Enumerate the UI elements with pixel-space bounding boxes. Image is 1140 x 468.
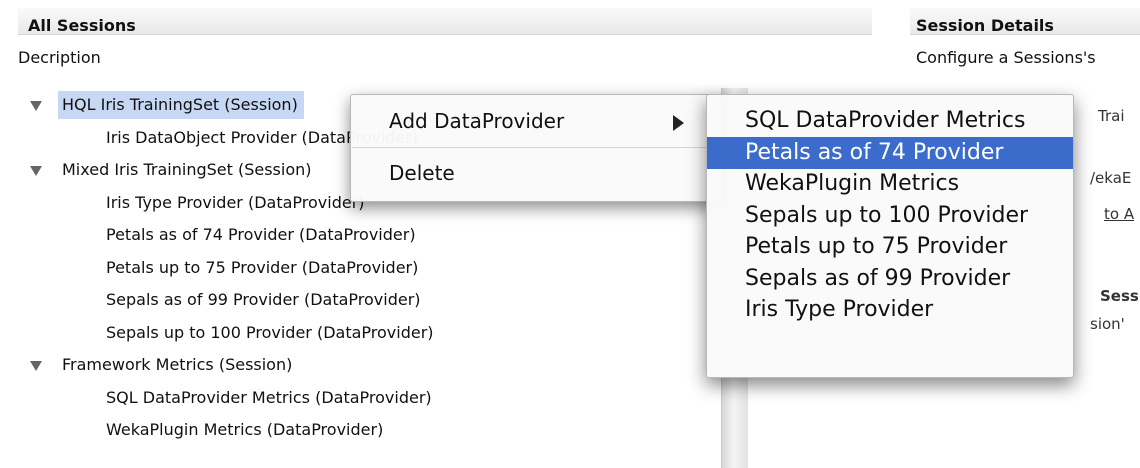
tree-row-label: Mixed Iris TrainingSet (Session): [62, 160, 312, 179]
submenu-item[interactable]: Iris Type Provider: [707, 294, 1073, 326]
disclosure-triangle-icon[interactable]: [30, 361, 42, 371]
tree-row-label: WekaPlugin Metrics (DataProvider): [106, 420, 384, 439]
details-link-text[interactable]: to A: [1104, 205, 1134, 223]
tree-row-label: Iris Type Provider (DataProvider): [106, 192, 365, 212]
tree-session-row[interactable]: Mixed Iris TrainingSet (Session): [62, 156, 312, 184]
context-menu: Add DataProvider Delete: [350, 94, 722, 202]
tree-provider-row[interactable]: SQL DataProvider Metrics (DataProvider): [106, 384, 432, 412]
details-hint-text: sion': [1090, 315, 1125, 333]
tree-provider-row[interactable]: Petals as of 74 Provider (DataProvider): [106, 221, 416, 249]
submenu-item-label: WekaPlugin Metrics: [745, 171, 960, 196]
session-details-description: Configure a Sessions's: [916, 48, 1096, 67]
submenu-item[interactable]: Sepals up to 100 Provider: [707, 200, 1073, 232]
tree-provider-row[interactable]: Petals up to 75 Provider (DataProvider): [106, 254, 418, 282]
submenu-item-label: Petals up to 75 Provider: [745, 234, 1008, 259]
submenu-item[interactable]: SQL DataProvider Metrics: [707, 105, 1073, 137]
tree-provider-row[interactable]: Sepals as of 99 Provider (DataProvider): [106, 286, 421, 314]
menu-item-add-dataprovider[interactable]: Add DataProvider: [351, 107, 711, 137]
submenu-item-label: Sepals up to 100 Provider: [745, 202, 1029, 228]
details-link-text: /ekaE: [1090, 169, 1132, 187]
submenu-item-label: Sepals as of 99 Provider: [745, 265, 1011, 291]
tree-provider-row[interactable]: WekaPlugin Metrics (DataProvider): [106, 416, 383, 444]
tree-row-label: HQL Iris TrainingSet (Session): [62, 95, 298, 114]
tree-row-label: Petals as of 74 Provider (DataProvider): [106, 225, 416, 244]
disclosure-triangle-icon[interactable]: [30, 101, 42, 111]
disclosure-triangle-icon[interactable]: [30, 166, 42, 176]
submenu-item[interactable]: Sepals as of 99 Provider: [707, 263, 1073, 295]
tree-session-row[interactable]: Framework Metrics (Session): [62, 351, 292, 379]
submenu-arrow-icon: [673, 115, 684, 131]
tree-row-label: Framework Metrics (Session): [62, 355, 293, 374]
details-field-text: Trai: [1098, 107, 1125, 125]
details-section-title: Sess: [1100, 287, 1139, 305]
tree-row-label: Sepals up to 100 Provider (DataProvider): [106, 322, 434, 342]
sessions-panel-description: Decription: [18, 48, 101, 67]
menu-item-delete[interactable]: Delete: [389, 161, 455, 185]
tree-row-label: SQL DataProvider Metrics (DataProvider): [106, 387, 432, 407]
submenu-item[interactable]: Petals up to 75 Provider: [707, 231, 1073, 263]
submenu-item-label: SQL DataProvider Metrics: [745, 108, 1026, 133]
tree-row-label: Sepals as of 99 Provider (DataProvider): [106, 290, 421, 309]
tree-session-row[interactable]: HQL Iris TrainingSet (Session): [58, 91, 304, 119]
tree-provider-row[interactable]: Iris Type Provider (DataProvider): [106, 189, 365, 217]
sessions-panel-header: [18, 8, 872, 35]
submenu-item-label: Iris Type Provider: [745, 297, 934, 322]
sessions-panel-title: All Sessions: [28, 16, 136, 35]
menu-item-label: Add DataProvider: [389, 109, 565, 133]
tree-row-label: Petals up to 75 Provider (DataProvider): [106, 257, 419, 277]
menu-separator: [352, 147, 720, 148]
submenu-item-label: Petals as of 74 Provider: [745, 139, 1004, 165]
session-details-title: Session Details: [916, 16, 1054, 35]
tree-provider-row[interactable]: Sepals up to 100 Provider (DataProvider): [106, 319, 434, 347]
add-dataprovider-submenu: SQL DataProvider Metrics Petals as of 74 …: [706, 94, 1074, 378]
submenu-item[interactable]: Petals as of 74 Provider: [707, 136, 1073, 169]
submenu-item[interactable]: WekaPlugin Metrics: [707, 168, 1073, 200]
